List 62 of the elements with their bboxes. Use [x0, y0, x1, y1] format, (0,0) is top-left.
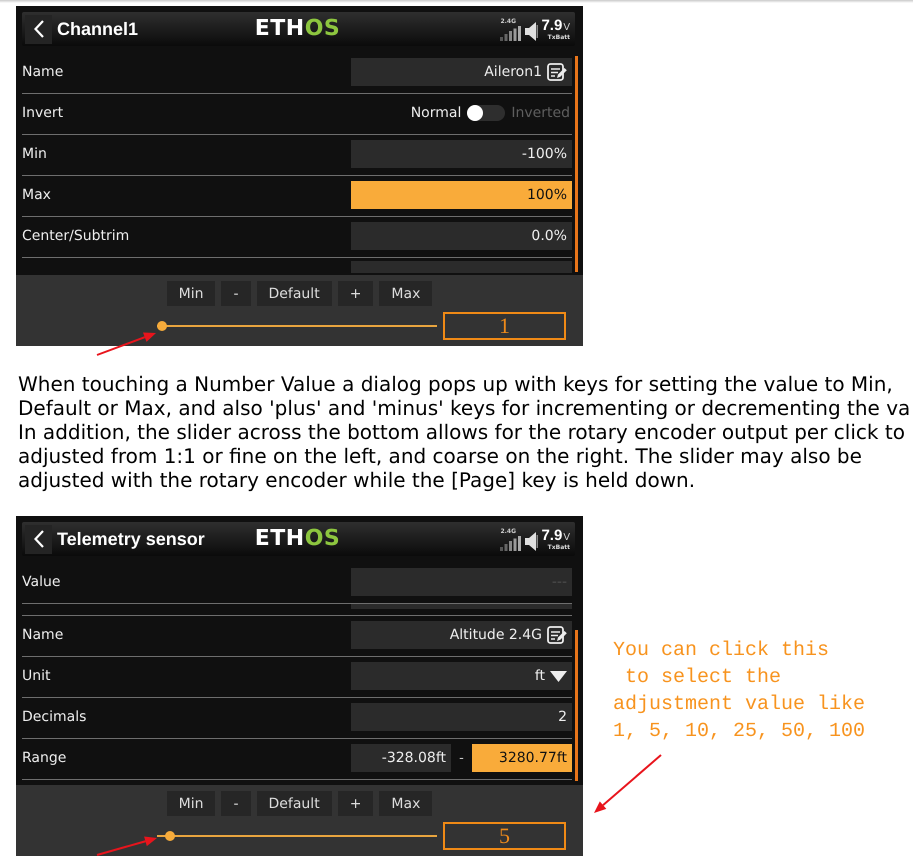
- row-label: Range: [22, 750, 66, 766]
- row-label: Unit: [22, 668, 50, 684]
- name-field[interactable]: Altitude 2.4G: [351, 621, 572, 649]
- edit-icon: [547, 63, 567, 81]
- key-button[interactable]: +: [338, 791, 374, 816]
- screen-title: Telemetry sensor: [57, 528, 205, 550]
- name-field[interactable]: Aileron1: [351, 58, 572, 86]
- key-button[interactable]: Max: [379, 281, 432, 306]
- row-label: Max: [22, 187, 51, 203]
- key-button[interactable]: Max: [379, 791, 432, 816]
- row-label: Name: [22, 64, 64, 80]
- key-button[interactable]: Default: [256, 791, 332, 816]
- value-field[interactable]: [351, 261, 572, 273]
- key-button[interactable]: Min: [166, 791, 216, 816]
- scrollbar[interactable]: [575, 630, 578, 781]
- signal-bars-icon: [500, 536, 522, 551]
- speaker-icon: [525, 22, 538, 41]
- toggle-on-label: Inverted: [511, 105, 570, 121]
- voltage-value: 7.9: [541, 17, 562, 34]
- scrollbar[interactable]: [575, 56, 578, 272]
- key-button[interactable]: Default: [256, 281, 332, 306]
- number-field[interactable]: -100%: [351, 140, 572, 168]
- row-label: Invert: [22, 105, 64, 121]
- back-button[interactable]: [25, 14, 52, 44]
- row-label: Name: [22, 627, 64, 643]
- number-field[interactable]: -328.08ft: [351, 744, 451, 772]
- slider-thumb[interactable]: [157, 321, 167, 331]
- screen-title: Channel1: [57, 18, 138, 40]
- slider-thumb[interactable]: [165, 831, 176, 841]
- number-field[interactable]: 2: [351, 703, 572, 731]
- key-button[interactable]: -: [221, 281, 251, 306]
- signal-bars-icon: [500, 26, 522, 41]
- number-field[interactable]: 3280.77ft: [472, 744, 572, 772]
- voltage-unit: V: [563, 532, 570, 543]
- row-label: Decimals: [22, 709, 86, 725]
- voltage-value: 7.9: [541, 527, 562, 544]
- key-button[interactable]: +: [338, 281, 374, 306]
- caret-down-icon: [550, 670, 567, 682]
- key-button[interactable]: Min: [166, 281, 216, 306]
- dropdown[interactable]: ft: [351, 662, 572, 690]
- toggle-off-label: Normal: [410, 105, 462, 121]
- speaker-icon: [525, 532, 538, 551]
- toggle-switch[interactable]: [467, 105, 506, 121]
- row-label: Center/Subtrim: [22, 228, 130, 244]
- step-field[interactable]: 5: [443, 822, 566, 850]
- key-button[interactable]: -: [221, 791, 251, 816]
- number-field[interactable]: 0.0%: [351, 222, 572, 250]
- chevron-left-icon: [34, 530, 44, 548]
- row-label: Value: [22, 574, 60, 590]
- edit-icon: [547, 626, 567, 644]
- row-label: Min: [22, 146, 47, 162]
- range-separator: -: [458, 750, 465, 766]
- value-field[interactable]: [351, 604, 572, 609]
- voltage-unit: V: [563, 22, 570, 33]
- app-logo: ETHOS: [254, 528, 340, 550]
- step-field[interactable]: 1: [443, 312, 566, 340]
- back-button[interactable]: [25, 524, 52, 554]
- number-field[interactable]: 100%: [351, 181, 572, 209]
- annotation-note: You can click this to select the adjustment value like 1, 5, 10, 25, 50, 100: [613, 638, 866, 745]
- body-paragraph: When touching a Number Value a dialog pops up with keys for setting the value to Min, Default or Max, and also 'plus' and 'minus' keys for incrementing or decrementing the va In addition, the slider across the bottom allows for the rotary encoder output per click to adjusted from 1:1 or fine on the left, and coarse on the right. The slider may also be adjusted with the rotary encoder while the [Page] key is held down.: [18, 372, 910, 492]
- chevron-left-icon: [34, 20, 44, 38]
- app-logo: ETHOS: [254, 18, 340, 40]
